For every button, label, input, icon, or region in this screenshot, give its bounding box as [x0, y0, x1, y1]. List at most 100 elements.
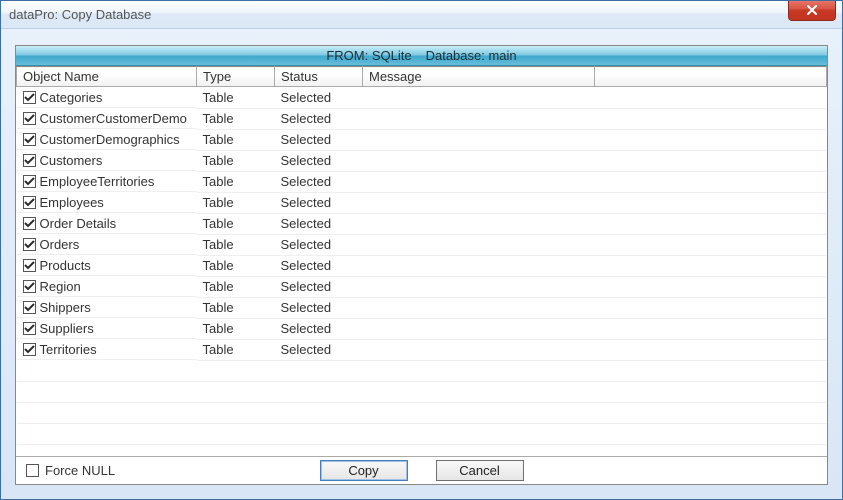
row-status: Selected	[275, 339, 363, 360]
row-type: Table	[197, 318, 275, 339]
row-name: Categories	[40, 90, 103, 105]
table-wrap: Object Name Type Status Message Categori…	[16, 66, 827, 456]
row-type: Table	[197, 192, 275, 213]
window: dataPro: Copy Database FROM: SQLite Data…	[0, 0, 843, 500]
row-type: Table	[197, 108, 275, 129]
row-checkbox[interactable]	[23, 154, 36, 167]
table-row[interactable]: SuppliersTableSelected	[17, 318, 827, 339]
row-message	[363, 213, 595, 234]
cancel-button[interactable]: Cancel	[436, 460, 524, 481]
row-extra	[595, 213, 827, 234]
row-message	[363, 108, 595, 129]
row-extra	[595, 192, 827, 213]
row-extra	[595, 255, 827, 276]
table-row[interactable]: Order Details TableSelected	[17, 213, 827, 234]
table-row[interactable]: EmployeeTerritoriesTableSelected	[17, 171, 827, 192]
row-checkbox[interactable]	[23, 112, 36, 125]
row-checkbox[interactable]	[23, 280, 36, 293]
row-type: Table	[197, 234, 275, 255]
col-extra[interactable]	[595, 67, 827, 87]
row-checkbox[interactable]	[23, 322, 36, 335]
row-name: Products	[40, 258, 91, 273]
row-message	[363, 150, 595, 171]
row-type: Table	[197, 255, 275, 276]
from-label: FROM: SQLite	[326, 48, 411, 63]
table-row-empty	[17, 381, 827, 402]
row-checkbox[interactable]	[23, 301, 36, 314]
content-panel: FROM: SQLite Database: main Object Name …	[15, 45, 828, 485]
table-row-empty	[17, 360, 827, 381]
row-status: Selected	[275, 129, 363, 150]
row-checkbox[interactable]	[23, 133, 36, 146]
col-message[interactable]: Message	[363, 67, 595, 87]
row-checkbox[interactable]	[23, 343, 36, 356]
from-bar: FROM: SQLite Database: main	[16, 46, 827, 66]
row-status: Selected	[275, 234, 363, 255]
row-name: CustomerDemographics	[40, 132, 180, 147]
row-message	[363, 87, 595, 109]
row-message	[363, 255, 595, 276]
table-row[interactable]: CustomersTableSelected	[17, 150, 827, 171]
close-button[interactable]	[788, 1, 836, 21]
row-type: Table	[197, 129, 275, 150]
database-label: Database: main	[426, 48, 517, 63]
row-status: Selected	[275, 87, 363, 109]
force-null-checkbox[interactable]	[26, 464, 39, 477]
row-name: EmployeeTerritories	[40, 174, 155, 189]
row-extra	[595, 150, 827, 171]
table-row[interactable]: EmployeesTableSelected	[17, 192, 827, 213]
col-type[interactable]: Type	[197, 67, 275, 87]
table-row[interactable]: CustomerCustomerDemoTableSelected	[17, 108, 827, 129]
row-extra	[595, 87, 827, 109]
table-row[interactable]: CustomerDemographics TableSelected	[17, 129, 827, 150]
row-checkbox[interactable]	[23, 91, 36, 104]
table-row[interactable]: RegionTableSelected	[17, 276, 827, 297]
row-name: Orders	[40, 237, 80, 252]
row-checkbox[interactable]	[23, 175, 36, 188]
row-type: Table	[197, 339, 275, 360]
row-status: Selected	[275, 150, 363, 171]
row-message	[363, 192, 595, 213]
row-name: Order Details	[40, 216, 117, 231]
row-message	[363, 339, 595, 360]
row-status: Selected	[275, 192, 363, 213]
table-header-row: Object Name Type Status Message	[17, 67, 827, 87]
row-extra	[595, 171, 827, 192]
row-extra	[595, 276, 827, 297]
table-row[interactable]: ShippersTableSelected	[17, 297, 827, 318]
row-extra	[595, 339, 827, 360]
force-null-label: Force NULL	[45, 463, 115, 478]
row-status: Selected	[275, 255, 363, 276]
col-status[interactable]: Status	[275, 67, 363, 87]
row-status: Selected	[275, 213, 363, 234]
row-name: CustomerCustomerDemo	[40, 111, 187, 126]
row-type: Table	[197, 213, 275, 234]
row-extra	[595, 234, 827, 255]
table-row[interactable]: TerritoriesTableSelected	[17, 339, 827, 360]
titlebar[interactable]: dataPro: Copy Database	[1, 1, 842, 29]
footer: Force NULL Copy Cancel	[16, 456, 827, 484]
row-name: Region	[40, 279, 81, 294]
table-row[interactable]: Categories TableSelected	[17, 87, 827, 109]
objects-table: Object Name Type Status Message Categori…	[16, 66, 827, 445]
table-row[interactable]: Orders TableSelected	[17, 234, 827, 255]
row-checkbox[interactable]	[23, 238, 36, 251]
row-name: Shippers	[40, 300, 91, 315]
row-extra	[595, 129, 827, 150]
row-message	[363, 276, 595, 297]
row-type: Table	[197, 87, 275, 109]
row-message	[363, 234, 595, 255]
row-checkbox[interactable]	[23, 259, 36, 272]
copy-button[interactable]: Copy	[320, 460, 408, 481]
row-status: Selected	[275, 297, 363, 318]
table-row-empty	[17, 402, 827, 423]
row-type: Table	[197, 276, 275, 297]
row-name: Customers	[40, 153, 103, 168]
table-row[interactable]: Products TableSelected	[17, 255, 827, 276]
row-checkbox[interactable]	[23, 196, 36, 209]
row-checkbox[interactable]	[23, 217, 36, 230]
col-object-name[interactable]: Object Name	[17, 67, 197, 87]
row-type: Table	[197, 171, 275, 192]
row-message	[363, 297, 595, 318]
row-extra	[595, 318, 827, 339]
